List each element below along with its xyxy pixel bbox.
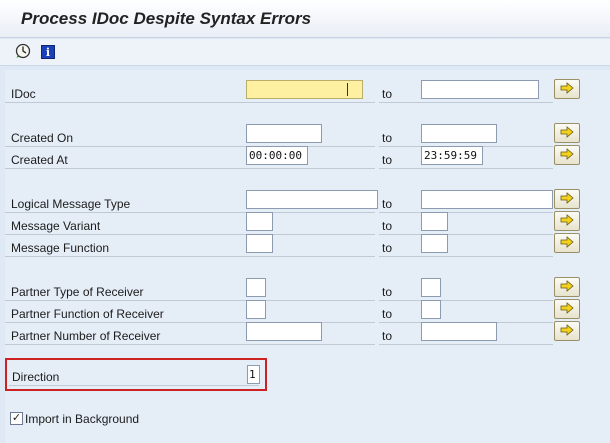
info-button[interactable]: i <box>39 43 57 61</box>
row-partner-function: Partner Function of Receiver to <box>5 296 610 323</box>
arrow-right-icon <box>560 235 574 251</box>
message-function-label: Message Function <box>11 241 110 255</box>
message-function-to-input[interactable] <box>421 234 448 253</box>
row-message-function: Message Function to <box>5 230 610 257</box>
partner-function-to-input[interactable] <box>421 300 441 319</box>
row-partner-type: Partner Type of Receiver to <box>5 274 610 301</box>
direction-highlight-box: Direction 1 <box>5 358 267 391</box>
row-created-at: Created At 00:00:00 to 23:59:59 <box>5 142 610 169</box>
row-idoc: IDoc to <box>5 76 610 103</box>
created-at-to-input[interactable]: 23:59:59 <box>421 146 483 165</box>
message-variant-multiple-selection-button[interactable] <box>554 211 580 231</box>
partner-function-multiple-selection-button[interactable] <box>554 299 580 319</box>
row-partner-number: Partner Number of Receiver to <box>5 318 610 345</box>
import-background-label: Import in Background <box>25 412 140 426</box>
arrow-right-icon <box>560 213 574 229</box>
partner-type-multiple-selection-button[interactable] <box>554 277 580 297</box>
created-at-multiple-selection-button[interactable] <box>554 145 580 165</box>
title-bar: Process IDoc Despite Syntax Errors <box>0 0 610 38</box>
idoc-label: IDoc <box>11 87 36 101</box>
message-function-multiple-selection-button[interactable] <box>554 233 580 253</box>
row-created-on: Created On to <box>5 120 610 147</box>
arrow-right-icon <box>560 279 574 295</box>
arrow-right-icon <box>560 147 574 163</box>
arrow-right-icon <box>560 125 574 141</box>
created-on-multiple-selection-button[interactable] <box>554 123 580 143</box>
application-toolbar: i <box>0 39 610 66</box>
arrow-right-icon <box>560 323 574 339</box>
partner-type-to-input[interactable] <box>421 278 441 297</box>
direction-input[interactable]: 1 <box>247 365 260 384</box>
message-variant-from-input[interactable] <box>246 212 273 231</box>
logical-message-type-from-input[interactable] <box>246 190 378 209</box>
arrow-right-icon <box>560 81 574 97</box>
message-function-to-label: to <box>382 241 393 255</box>
execute-icon <box>15 43 31 62</box>
idoc-multiple-selection-button[interactable] <box>554 79 580 99</box>
logical-message-type-multiple-selection-button[interactable] <box>554 189 580 209</box>
selection-screen: IDoc to Created On to Created At 00:00:0… <box>5 70 610 443</box>
message-function-from-input[interactable] <box>246 234 273 253</box>
partner-number-from-input[interactable] <box>246 322 322 341</box>
row-message-variant: Message Variant to <box>5 208 610 235</box>
arrow-right-icon <box>560 301 574 317</box>
partner-number-label: Partner Number of Receiver <box>11 329 161 343</box>
execute-button[interactable] <box>14 43 32 61</box>
idoc-to-input[interactable] <box>421 80 539 99</box>
created-at-from-input[interactable]: 00:00:00 <box>246 146 308 165</box>
message-variant-to-input[interactable] <box>421 212 448 231</box>
idoc-to-label: to <box>382 87 393 101</box>
direction-label: Direction <box>12 370 60 384</box>
partner-function-from-input[interactable] <box>246 300 266 319</box>
created-at-label: Created At <box>11 153 68 167</box>
partner-type-from-input[interactable] <box>246 278 266 297</box>
logical-message-type-to-input[interactable] <box>421 190 553 209</box>
partner-number-multiple-selection-button[interactable] <box>554 321 580 341</box>
row-logical-message-type: Logical Message Type to <box>5 186 610 213</box>
page-title: Process IDoc Despite Syntax Errors <box>21 9 312 28</box>
created-at-to-label: to <box>382 153 393 167</box>
import-background-checkbox[interactable]: ✓ <box>10 412 23 425</box>
partner-number-to-label: to <box>382 329 393 343</box>
created-on-to-input[interactable] <box>421 124 497 143</box>
partner-number-to-input[interactable] <box>421 322 497 341</box>
created-on-from-input[interactable] <box>246 124 322 143</box>
arrow-right-icon <box>560 191 574 207</box>
info-icon: i <box>41 45 55 59</box>
idoc-from-input[interactable] <box>246 80 363 99</box>
